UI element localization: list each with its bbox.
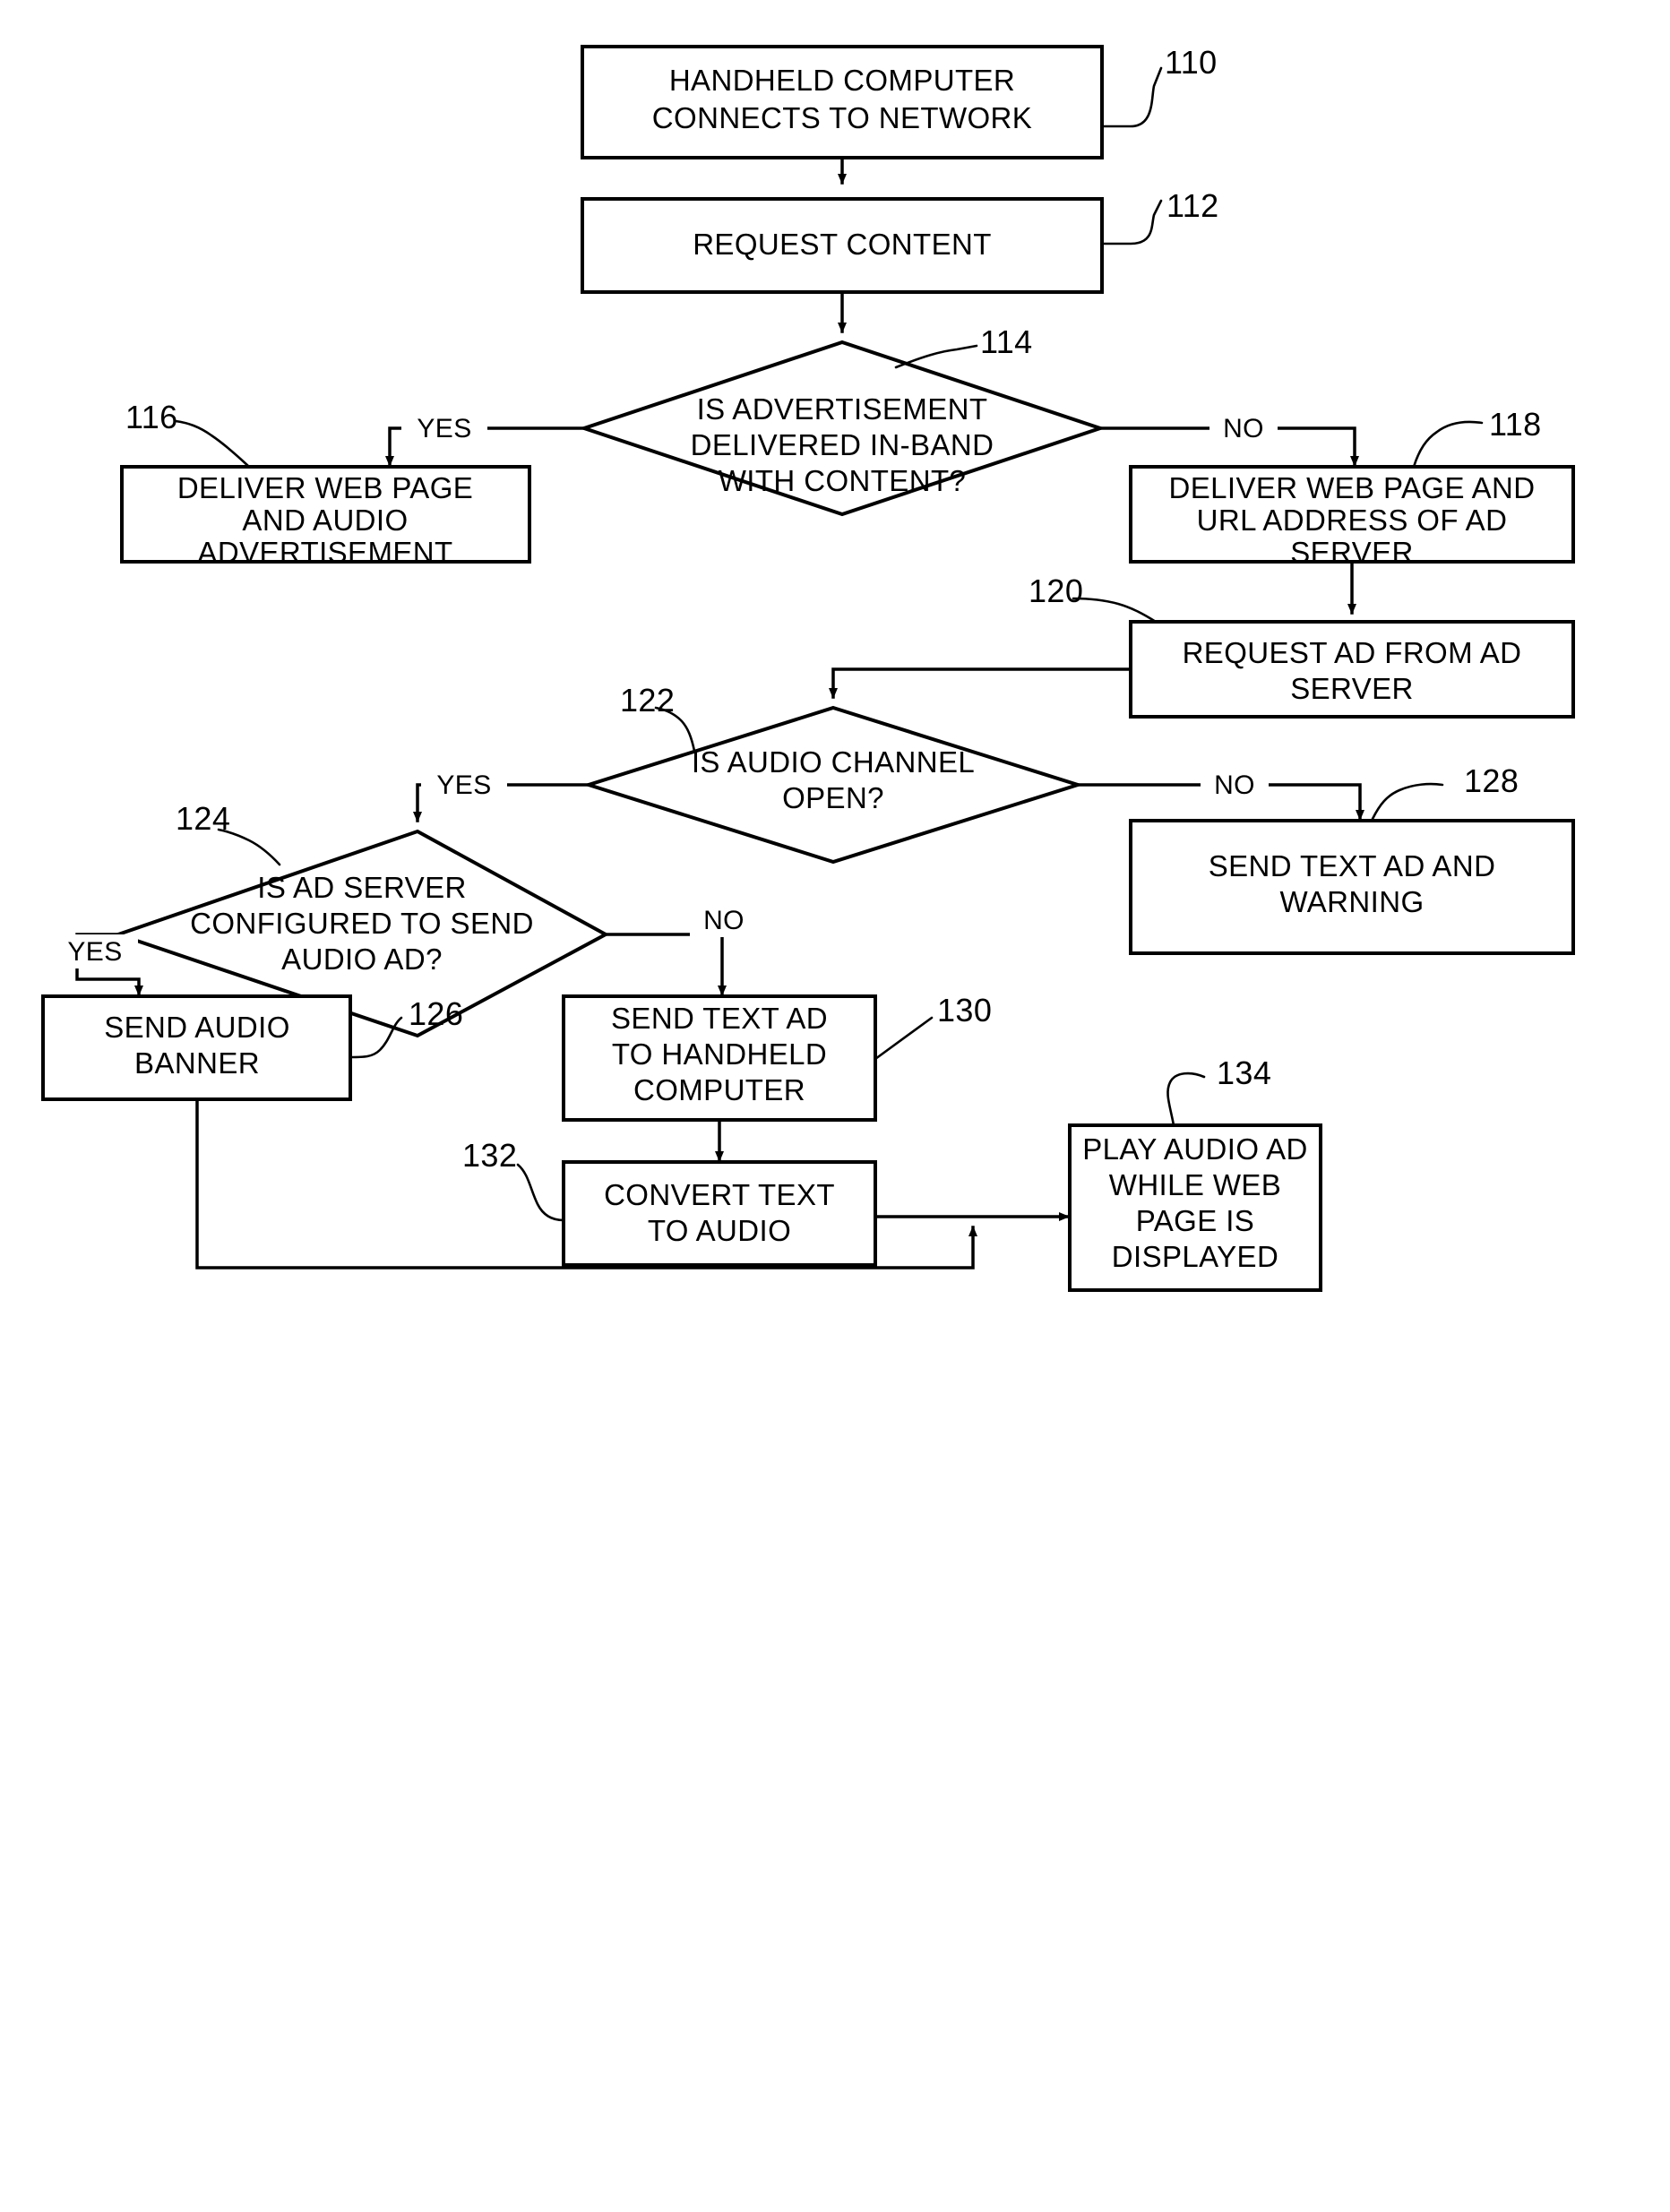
ref-number-114: 114 xyxy=(980,323,1033,360)
node-134-line-2: WHILE WEB xyxy=(1109,1168,1281,1201)
edge-124-no-to-130 xyxy=(604,933,727,996)
node-116-line-3: ADVERTISEMENT xyxy=(197,536,452,569)
node-116-line-2: AND AUDIO xyxy=(242,504,408,537)
node-116-line-1: DELIVER WEB PAGE xyxy=(177,471,473,504)
node-132-line-2: TO AUDIO xyxy=(648,1214,791,1247)
node-128-line-1: SEND TEXT AD AND xyxy=(1209,849,1496,882)
node-110-line-1: HANDHELD COMPUTER xyxy=(669,64,1015,97)
node-128-line-2: WARNING xyxy=(1279,885,1424,918)
ref-number-118: 118 xyxy=(1489,406,1542,443)
node-118-line-2: URL ADDRESS OF AD xyxy=(1197,504,1508,537)
node-134-line-1: PLAY AUDIO AD xyxy=(1082,1132,1308,1166)
leader-118 xyxy=(1412,420,1484,469)
ref-number-126: 126 xyxy=(409,995,463,1032)
node-124-line-3: AUDIO AD? xyxy=(281,942,443,976)
node-130-line-3: COMPUTER xyxy=(633,1073,805,1106)
ref-number-130: 130 xyxy=(937,992,992,1029)
node-118-line-1: DELIVER WEB PAGE AND xyxy=(1169,471,1536,504)
node-134[interactable]: PLAY AUDIO AD WHILE WEB PAGE IS DISPLAYE… xyxy=(1068,1123,1322,1292)
node-110[interactable]: HANDHELD COMPUTER CONNECTS TO NETWORK xyxy=(581,45,1104,159)
leader-132 xyxy=(516,1163,565,1222)
node-112-line-1: REQUEST CONTENT xyxy=(693,228,992,261)
ref-number-124: 124 xyxy=(176,800,230,837)
node-126-line-1: SEND AUDIO xyxy=(104,1011,290,1044)
branch-label-122-yes: YES xyxy=(436,770,491,800)
node-122-line-2: OPEN? xyxy=(782,781,884,814)
leader-134 xyxy=(1166,1072,1206,1127)
branch-label-122-no: NO xyxy=(1214,770,1255,800)
branch-label-124-yes: YES xyxy=(67,937,122,967)
edge-120-to-122 xyxy=(829,667,1132,699)
node-134-line-4: DISPLAYED xyxy=(1112,1240,1278,1273)
node-126[interactable]: SEND AUDIO BANNER xyxy=(41,994,352,1101)
ref-number-116: 116 xyxy=(125,399,178,435)
branch-label-114-yes: YES xyxy=(417,414,471,443)
node-130-line-1: SEND TEXT AD xyxy=(611,1002,828,1035)
leader-110 xyxy=(1100,66,1163,128)
node-132-line-1: CONVERT TEXT xyxy=(604,1178,835,1211)
ref-number-128: 128 xyxy=(1464,762,1519,799)
node-128[interactable]: SEND TEXT AD AND WARNING xyxy=(1129,819,1575,955)
leader-116 xyxy=(174,419,251,469)
node-114-line-1: IS ADVERTISEMENT xyxy=(697,392,988,426)
ref-number-120: 120 xyxy=(1029,572,1083,609)
node-120-line-1: REQUEST AD FROM AD xyxy=(1183,636,1522,669)
node-130-line-2: TO HANDHELD xyxy=(612,1037,827,1071)
node-120-line-2: SERVER xyxy=(1290,672,1414,705)
node-114-line-3: WITH CONTENT? xyxy=(719,464,967,497)
ref-number-122: 122 xyxy=(620,682,675,719)
leader-130 xyxy=(874,1016,934,1061)
leader-128 xyxy=(1371,782,1444,821)
node-120[interactable]: REQUEST AD FROM AD SERVER xyxy=(1129,620,1575,719)
branch-label-124-no: NO xyxy=(703,906,745,935)
leader-120 xyxy=(1072,597,1158,624)
ref-number-132: 132 xyxy=(462,1137,517,1174)
ref-number-112: 112 xyxy=(1166,187,1219,224)
node-112[interactable]: REQUEST CONTENT xyxy=(581,197,1104,294)
node-124-line-1: IS AD SERVER xyxy=(257,871,466,904)
flowchart-svg: HANDHELD COMPUTER CONNECTS TO NETWORK 11… xyxy=(41,44,1575,1292)
node-116[interactable]: DELIVER WEB PAGE AND AUDIO ADVERTISEMENT xyxy=(120,465,531,569)
node-114[interactable]: IS ADVERTISEMENT DELIVERED IN-BAND WITH … xyxy=(578,340,1106,517)
ref-number-110: 110 xyxy=(1165,44,1218,81)
node-122-line-1: IS AUDIO CHANNEL xyxy=(692,745,975,779)
node-134-line-3: PAGE IS xyxy=(1136,1204,1254,1237)
node-110-line-2: CONNECTS TO NETWORK xyxy=(652,101,1032,134)
leader-112 xyxy=(1100,199,1163,245)
branch-label-114-no: NO xyxy=(1223,414,1264,443)
node-130[interactable]: SEND TEXT AD TO HANDHELD COMPUTER xyxy=(562,994,877,1122)
node-124-line-2: CONFIGURED TO SEND xyxy=(190,907,534,940)
ref-number-134: 134 xyxy=(1217,1054,1271,1091)
node-118[interactable]: DELIVER WEB PAGE AND URL ADDRESS OF AD S… xyxy=(1129,465,1575,569)
node-114-line-2: DELIVERED IN-BAND xyxy=(691,428,994,461)
node-132[interactable]: CONVERT TEXT TO AUDIO xyxy=(562,1160,877,1267)
node-122[interactable]: IS AUDIO CHANNEL OPEN? xyxy=(582,705,1084,865)
figure-canvas: HANDHELD COMPUTER CONNECTS TO NETWORK 11… xyxy=(0,0,1670,2212)
node-126-line-2: BANNER xyxy=(134,1046,260,1080)
